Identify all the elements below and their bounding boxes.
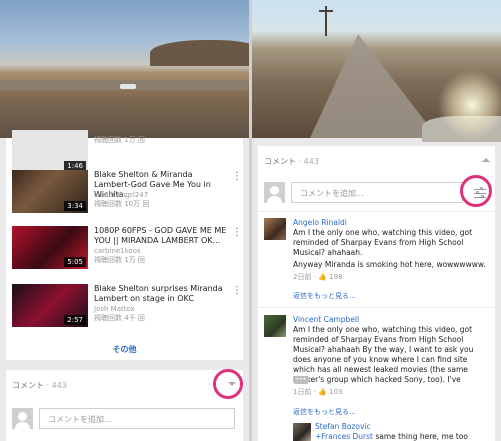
video-channel: Josh Mattox: [94, 305, 135, 313]
avatar[interactable]: [264, 218, 286, 240]
comment-meta: 1日前 · 👍 103: [293, 387, 342, 397]
comments-title: コメント: [12, 381, 44, 390]
more-vert-icon[interactable]: ⋮: [232, 226, 242, 240]
comments-header: コメント · 443: [12, 380, 67, 391]
comment-time: 1日前: [293, 388, 312, 396]
reply-text: +Frances Durst same thing here, me too: [315, 432, 491, 441]
highlight-ring: [460, 175, 492, 207]
video-thumbnail[interactable]: 1:46: [12, 130, 88, 173]
reply-mention[interactable]: +Frances Durst: [315, 432, 373, 441]
duration-badge: 3:34: [64, 201, 86, 211]
comment-meta: 2日前 · 👍 198: [293, 272, 342, 282]
comment-author[interactable]: Angelo Rinaldi: [293, 218, 347, 227]
pole-scenery: [319, 10, 333, 12]
comments-count: · 443: [46, 381, 67, 390]
thumbs-up-icon[interactable]: · 👍: [314, 273, 329, 281]
more-videos-link[interactable]: その他: [6, 344, 243, 355]
like-count: 198: [329, 273, 343, 281]
sun-glare: [437, 70, 501, 140]
video-channel: smalltwngrl247: [94, 191, 149, 199]
comments-card: コメント · 443 コメントを追加...: [6, 370, 243, 441]
video-channel: carbine1koos: [94, 247, 141, 255]
video-player-right[interactable]: [252, 0, 501, 142]
comment-text: Anyway Miranda is smoking hot here, woww…: [293, 260, 486, 269]
video-title[interactable]: Blake Shelton surprises Miranda Lambert …: [94, 284, 230, 304]
comment-text: Am I the only one who, watching this vid…: [293, 325, 474, 384]
right-screen: コメント · 443 コメントを追加... Angelo Rinaldi Am …: [252, 0, 501, 441]
expand-comment-button[interactable]: •••: [293, 376, 309, 384]
video-thumbnail[interactable]: 3:34: [12, 170, 88, 213]
video-player-left[interactable]: [0, 0, 249, 138]
view-more-replies-link[interactable]: 返信をもっと見る...: [293, 291, 356, 301]
list-item[interactable]: 5:05 1080P 60FPS - GOD GAVE ME ME YOU ||…: [12, 226, 242, 274]
video-views: 視聴回数 1万 回: [94, 136, 145, 144]
video-thumbnail[interactable]: 2:57: [12, 284, 88, 327]
reply-author[interactable]: Stefan Bozovic: [315, 422, 371, 431]
comments-header: コメント · 443: [264, 156, 319, 167]
avatar[interactable]: [293, 423, 311, 441]
more-vert-icon[interactable]: ⋮: [232, 284, 242, 298]
duration-badge: 5:05: [64, 257, 86, 267]
divider: [258, 307, 495, 308]
video-title[interactable]: 1080P 60FPS - GOD GAVE ME ME YOU || MIRA…: [94, 226, 230, 246]
chevron-up-icon[interactable]: [482, 158, 490, 162]
road-scenery: [310, 34, 438, 138]
reply-body: same thing here, me too: [372, 432, 468, 441]
left-screen: 1:46 視聴回数 1万 回 3:34 Blake Shelton & Mira…: [0, 0, 249, 441]
divider: [258, 211, 495, 212]
more-vert-icon[interactable]: ⋮: [232, 170, 242, 184]
mesa-scenery: [150, 40, 249, 66]
car-scenery: [120, 84, 136, 89]
duration-badge: 2:57: [64, 315, 86, 325]
related-videos-card: 1:46 視聴回数 1万 回 3:34 Blake Shelton & Mira…: [6, 130, 243, 360]
view-more-replies-link[interactable]: 返信をもっと見る...: [293, 407, 356, 417]
avatar[interactable]: [264, 315, 286, 337]
comments-title: コメント: [264, 157, 296, 166]
add-comment-input[interactable]: コメントを追加...: [39, 408, 235, 429]
list-item[interactable]: 3:34 Blake Shelton & Miranda Lambert-God…: [12, 170, 242, 218]
comment-time: 2日前: [293, 273, 312, 281]
comment-author[interactable]: Vincent Campbell: [293, 315, 359, 324]
comment-text: Am I the only one who, watching this vid…: [293, 228, 473, 257]
video-views: 視聴回数 10万 回: [94, 200, 150, 208]
avatar: [264, 182, 285, 203]
highlight-ring: [213, 369, 243, 399]
add-comment-input[interactable]: コメントを追加...: [291, 182, 463, 203]
list-item[interactable]: 2:57 Blake Shelton surprises Miranda Lam…: [12, 284, 242, 332]
video-views: 視聴回数 1万 回: [94, 256, 145, 264]
thumbs-up-icon[interactable]: · 👍: [314, 388, 329, 396]
video-thumbnail[interactable]: 5:05: [12, 226, 88, 269]
screenshot-composite: 1:46 視聴回数 1万 回 3:34 Blake Shelton & Mira…: [0, 0, 501, 441]
avatar: [12, 408, 33, 429]
comments-count: · 443: [298, 157, 319, 166]
video-views: 視聴回数 4千 回: [94, 314, 145, 322]
like-count: 103: [329, 388, 343, 396]
